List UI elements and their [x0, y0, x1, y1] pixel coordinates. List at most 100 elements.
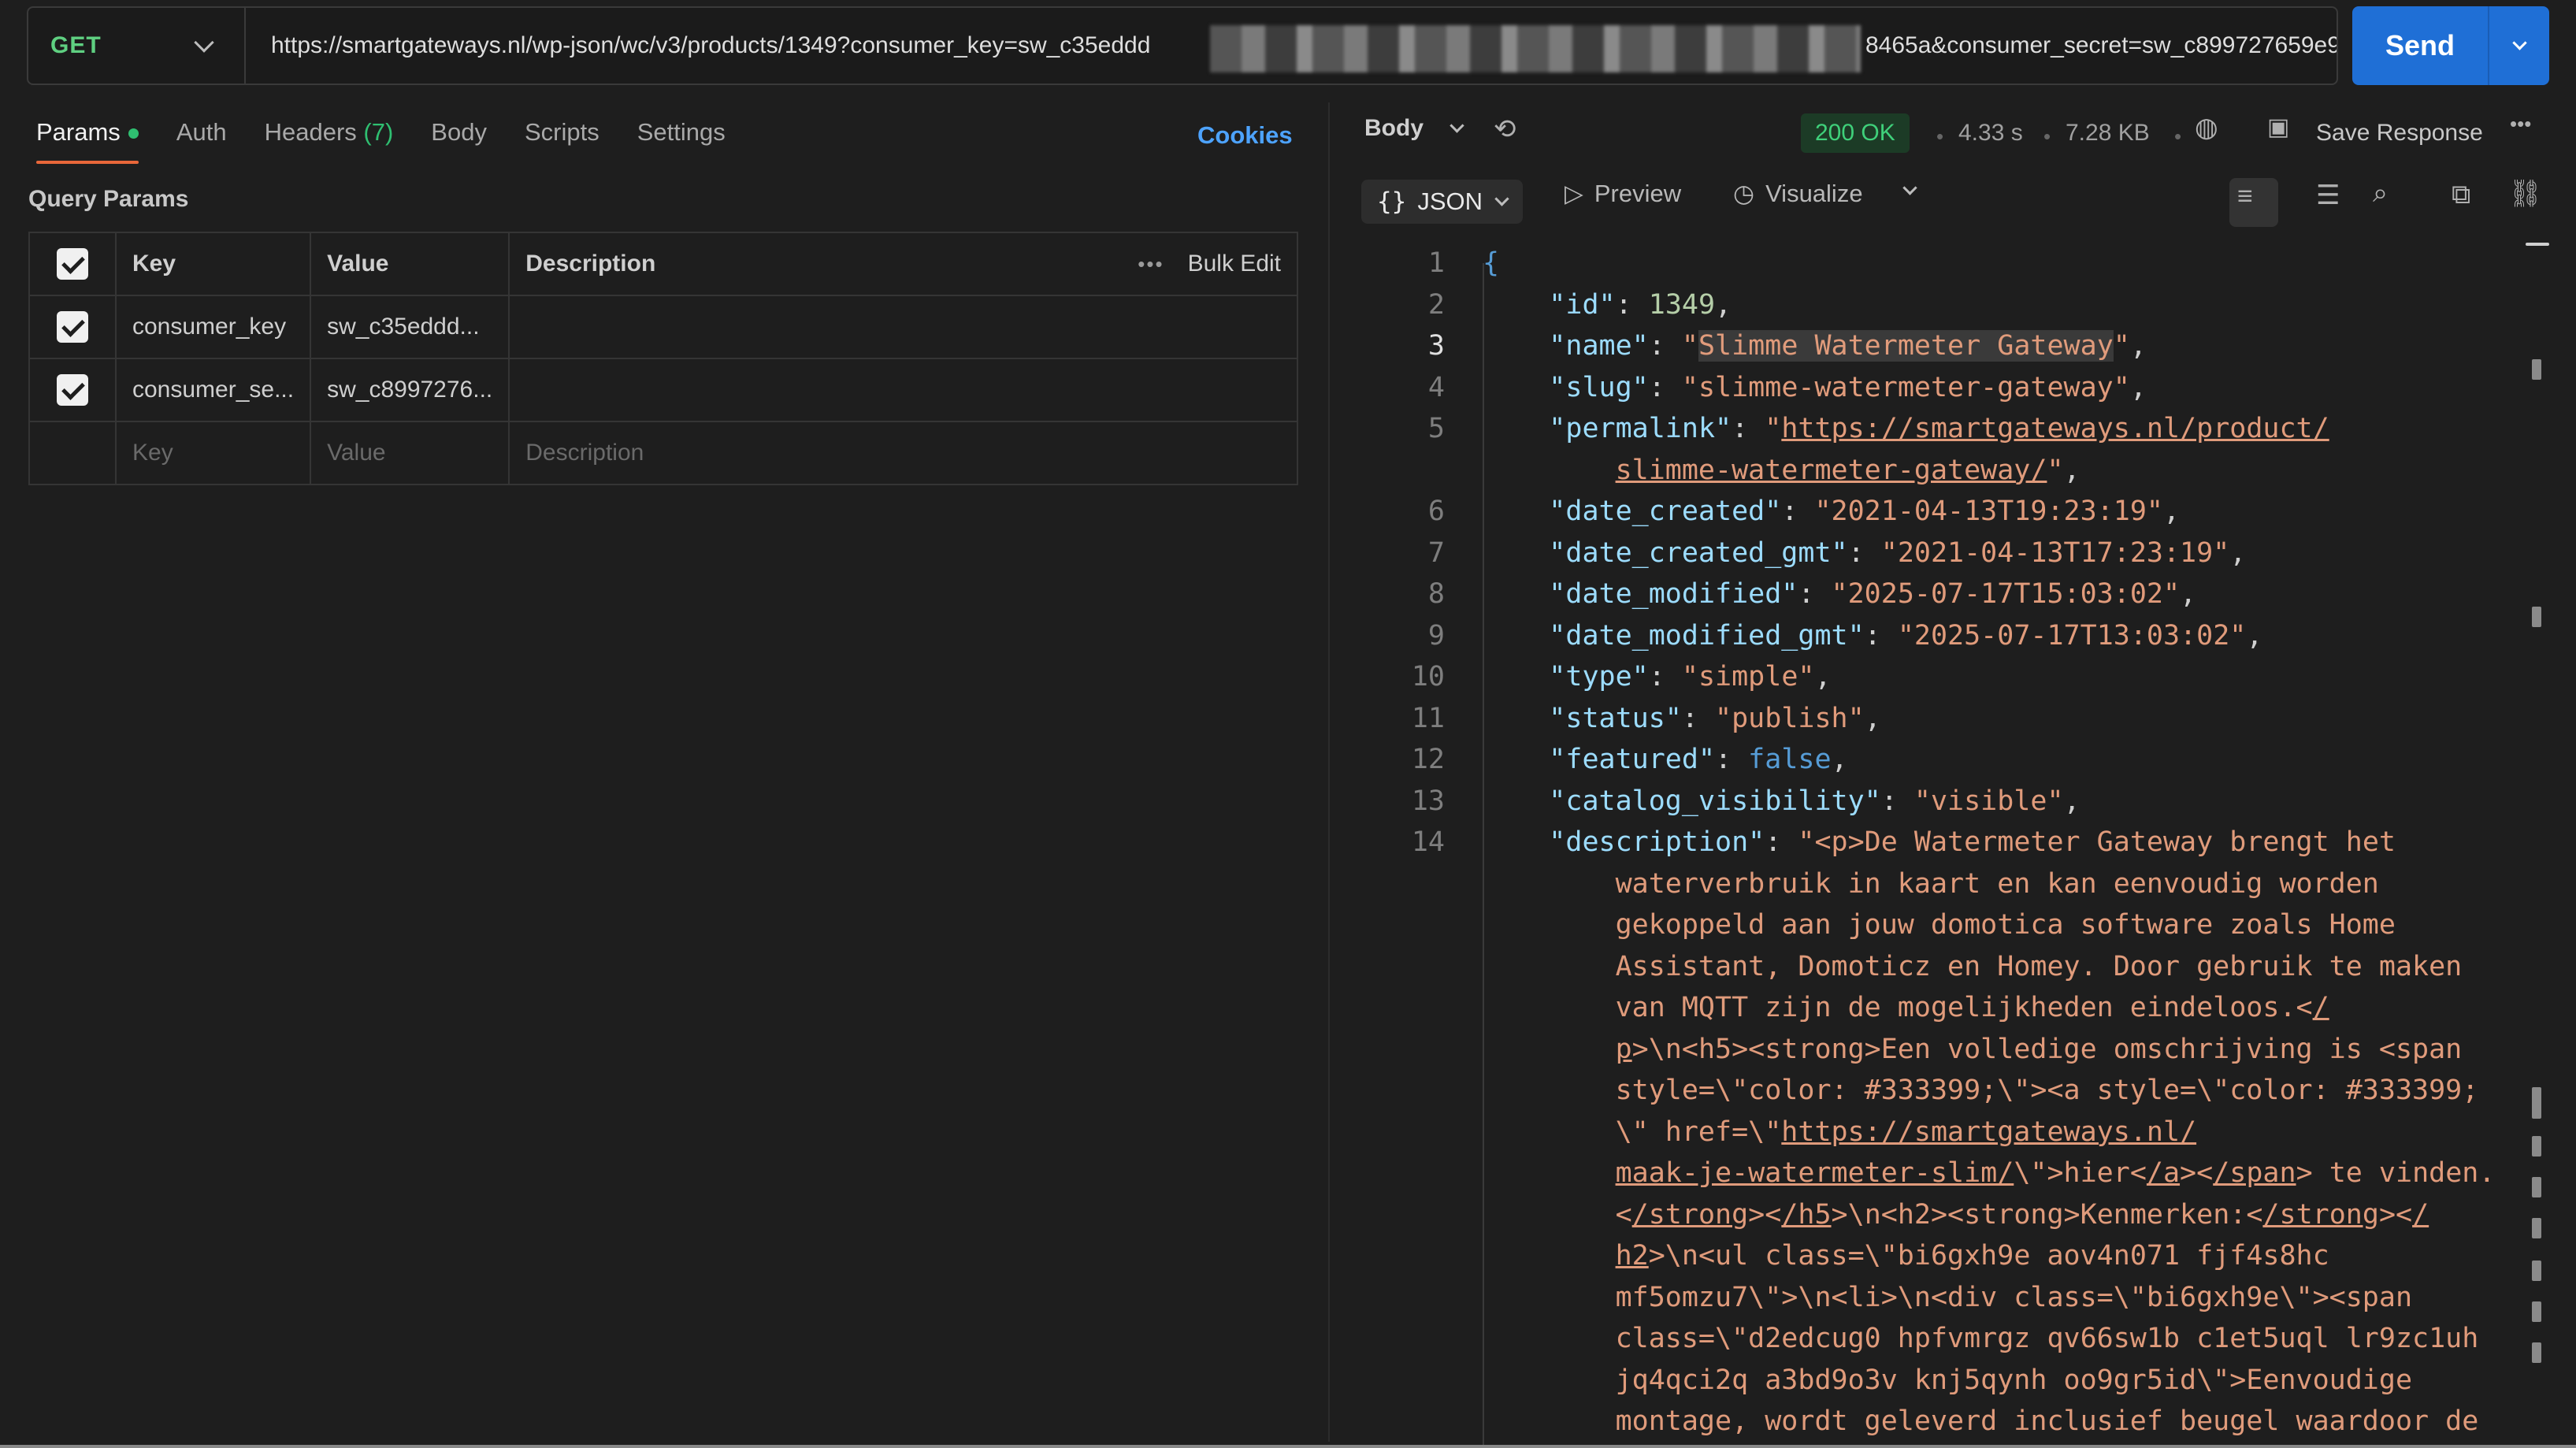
link-icon[interactable]: ⛓ — [2508, 178, 2542, 210]
save-response-icon: ▣ — [2267, 114, 2290, 140]
send-options-dropdown[interactable] — [2489, 35, 2549, 50]
description-header: Description — [508, 232, 1071, 296]
bulk-edit-button[interactable]: Bulk Edit — [1188, 251, 1281, 277]
pane-splitter[interactable] — [1328, 102, 1330, 1442]
scroll-marker — [2532, 1177, 2541, 1197]
value-placeholder[interactable]: Value — [310, 421, 510, 485]
code-line: "catalog_visibility": "visible", — [1549, 785, 2080, 817]
line-number: 8 — [1427, 578, 1445, 610]
code-scrollbar[interactable] — [2522, 239, 2551, 1448]
url-input[interactable]: https://smartgateways.nl/wp-json/wc/v3/p… — [246, 8, 2337, 84]
url-text-end: 8465a&consumer_secret=sw_c899727659e9069… — [1865, 32, 2337, 58]
tab-headers[interactable]: Headers (7) — [265, 118, 394, 164]
status-badge: 200 OK — [1801, 113, 1910, 153]
param-description[interactable] — [508, 358, 1298, 422]
response-body-label: Body — [1364, 115, 1423, 141]
tab-settings-label: Settings — [637, 118, 726, 146]
scroll-marker — [2532, 1342, 2541, 1363]
tab-body[interactable]: Body — [431, 118, 487, 164]
scroll-marker — [2532, 1261, 2541, 1281]
tab-auth[interactable]: Auth — [176, 118, 227, 164]
response-code-viewer[interactable]: 1 {2 "id": 1349, 3 "name": "Slimme Waterme… — [1363, 243, 2497, 1448]
format-select[interactable]: {} JSON — [1361, 180, 1524, 224]
empty-checkbox-cell — [28, 421, 117, 485]
code-line: \" href=\"https://smartgateways.nl/ — [1615, 1116, 2197, 1148]
code-line: "description": "<p>De Watermeter Gateway… — [1549, 826, 2396, 858]
visualize-icon: ◷ — [1733, 180, 1755, 207]
param-value[interactable]: sw_c35eddd... — [310, 295, 510, 359]
method-select[interactable]: GET — [28, 8, 246, 84]
table-row: consumer_se... sw_c8997276... — [28, 358, 1298, 422]
description-placeholder[interactable]: Description — [508, 421, 1298, 485]
visualize-button[interactable]: ◷ Visualize — [1733, 180, 1863, 208]
select-all-cell — [28, 232, 117, 296]
tab-scripts-label: Scripts — [524, 118, 599, 146]
value-header: Value — [310, 232, 510, 296]
preview-button[interactable]: ▷ Preview — [1565, 180, 1681, 208]
tab-auth-label: Auth — [176, 118, 227, 146]
code-line: "slug": "slimme-watermeter-gateway", — [1549, 371, 2147, 403]
param-description[interactable] — [508, 295, 1298, 359]
redacted-region — [1210, 25, 1861, 72]
scroll-marker — [2532, 1087, 2541, 1119]
select-all-checkbox[interactable] — [57, 248, 88, 280]
scroll-thumb[interactable] — [2526, 243, 2549, 246]
row-checkbox[interactable] — [57, 311, 88, 343]
preview-label: Preview — [1594, 180, 1682, 207]
key-header: Key — [114, 232, 312, 296]
cookies-link[interactable]: Cookies — [1197, 121, 1293, 150]
chevron-down-icon — [194, 32, 214, 53]
tab-params[interactable]: Params — [36, 118, 139, 164]
chevron-down-icon — [2511, 35, 2527, 50]
network-globe-icon[interactable]: ◍ — [2195, 112, 2218, 143]
send-button-group: Send — [2352, 6, 2549, 85]
visualize-dropdown[interactable] — [1902, 180, 1917, 195]
search-icon[interactable]: ⌕ — [2373, 178, 2388, 209]
code-line: h2>\n<ul class=\"bi6gxh9e aov4n071 fjf4s… — [1615, 1240, 2329, 1272]
filter-icon[interactable]: ☰ — [2316, 180, 2340, 211]
scroll-marker — [2532, 1218, 2541, 1238]
code-line: waterverbruik in kaart en kan eenvoudig … — [1615, 867, 2379, 900]
line-number: 13 — [1411, 785, 1445, 817]
code-line: "name": "Slimme Watermeter Gateway", — [1549, 330, 2147, 362]
braces-icon: {} — [1377, 187, 1407, 216]
more-options-icon[interactable]: ••• — [2510, 112, 2531, 136]
code-line: "type": "simple", — [1549, 661, 1832, 692]
table-header-row: Key Value Description ••• Bulk Edit — [28, 232, 1298, 296]
param-value[interactable]: sw_c8997276... — [310, 358, 510, 422]
tab-body-label: Body — [431, 118, 487, 146]
code-line: </strong></h5>\n<h2><strong>Kenmerken:</… — [1615, 1198, 2429, 1231]
scroll-marker — [2532, 359, 2541, 380]
separator-dot: • — [2043, 124, 2051, 148]
history-icon[interactable]: ⟲ — [1494, 113, 1516, 145]
query-params-title: Query Params — [28, 186, 189, 212]
param-key[interactable]: consumer_key — [114, 295, 312, 359]
param-key[interactable]: consumer_se... — [114, 358, 312, 422]
line-number: 11 — [1411, 702, 1445, 734]
more-options-icon[interactable]: ••• — [1138, 252, 1164, 276]
send-button[interactable]: Send — [2352, 29, 2488, 62]
query-params-table: Key Value Description ••• Bulk Edit consu… — [28, 232, 1298, 485]
code-line: style=\"color: #333399;\"><a style=\"col… — [1615, 1075, 2479, 1106]
chevron-down-icon — [1494, 191, 1509, 206]
row-checkbox[interactable] — [57, 374, 88, 406]
table-row: consumer_key sw_c35eddd... — [28, 295, 1298, 359]
code-line: montage, wordt geleverd inclusief beugel… — [1615, 1405, 2479, 1437]
copy-icon[interactable]: ⧉ — [2452, 180, 2470, 210]
code-line: slimme-watermeter-gateway/", — [1615, 454, 2080, 486]
response-body-selector[interactable]: Body — [1364, 115, 1464, 142]
line-number: 6 — [1427, 496, 1445, 527]
key-placeholder[interactable]: Key — [114, 421, 312, 485]
response-size: 7.28 KB — [2066, 120, 2150, 146]
code-line: mf5omzu7\">\n<li>\n<div class=\"bi6gxh9e… — [1615, 1281, 2413, 1313]
scroll-marker — [2532, 607, 2541, 627]
row-checkbox-cell — [28, 358, 117, 422]
tab-settings[interactable]: Settings — [637, 118, 726, 164]
code-line: "date_created": "2021-04-13T19:23:19", — [1549, 496, 2181, 527]
code-line: "date_created_gmt": "2021-04-13T17:23:19… — [1549, 537, 2247, 569]
method-label: GET — [50, 32, 102, 58]
tab-scripts[interactable]: Scripts — [525, 118, 599, 164]
code-line: "date_modified_gmt": "2025-07-17T13:03:0… — [1549, 619, 2263, 652]
separator-dot: • — [1936, 124, 1944, 148]
save-response-button[interactable]: Save Response — [2316, 120, 2483, 147]
